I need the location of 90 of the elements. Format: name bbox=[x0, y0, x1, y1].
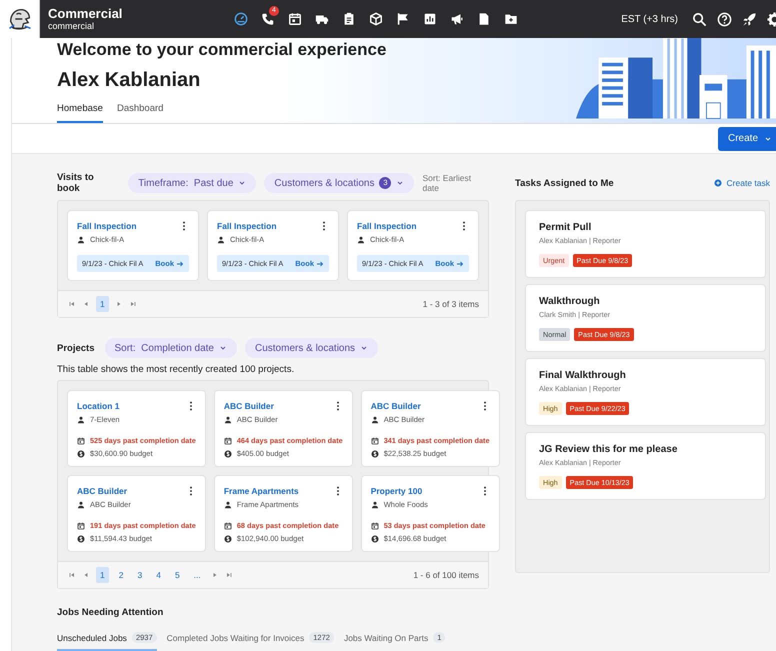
chevron-down-icon bbox=[219, 344, 227, 352]
person-icon bbox=[224, 500, 232, 508]
arrow-right-icon bbox=[176, 260, 184, 268]
card-title-link[interactable]: Fall Inspection bbox=[77, 221, 137, 231]
person-icon bbox=[357, 236, 365, 244]
card-title-link[interactable]: ABC Builder bbox=[370, 401, 421, 411]
user-name: Alex Kablanian bbox=[57, 68, 202, 94]
section-title: Tasks Assigned to Me bbox=[515, 178, 614, 188]
filter-dropdown[interactable]: Timeframe: Past due bbox=[128, 173, 256, 193]
gauge-icon[interactable] bbox=[234, 12, 248, 26]
filter-dropdown[interactable]: Customers & locations bbox=[245, 338, 378, 358]
calendar-icon bbox=[77, 436, 85, 444]
calendar-icon bbox=[370, 522, 379, 530]
person-icon bbox=[370, 500, 379, 508]
previous-page-icon[interactable] bbox=[82, 300, 90, 308]
card-title-link[interactable]: Location 1 bbox=[77, 401, 120, 411]
next-page-icon[interactable] bbox=[114, 300, 123, 308]
first-page-icon[interactable] bbox=[68, 300, 76, 308]
create-button[interactable]: Create bbox=[718, 126, 776, 151]
filter-dropdown[interactable]: Sort: Completion date bbox=[104, 338, 237, 358]
section-description: This table shows the most recently created 100 projects. bbox=[57, 364, 296, 375]
chevron-down-icon bbox=[396, 179, 404, 187]
dollar-icon bbox=[370, 534, 379, 542]
dollar-icon bbox=[77, 450, 85, 458]
phone-icon[interactable] bbox=[261, 12, 275, 26]
card-title-link[interactable]: ABC Builder bbox=[224, 401, 274, 411]
bar-chart-icon[interactable] bbox=[423, 12, 437, 26]
task-title: Permit Pull bbox=[539, 222, 592, 233]
first-page-icon[interactable] bbox=[68, 571, 76, 579]
page-number[interactable]: 5 bbox=[170, 567, 184, 583]
dollar-icon bbox=[370, 450, 379, 458]
chevron-down-icon bbox=[764, 134, 772, 143]
card-title-link[interactable]: Property 100 bbox=[370, 486, 422, 496]
page-number[interactable]: 2 bbox=[114, 567, 128, 583]
dollar-icon bbox=[224, 450, 232, 458]
section-title: Jobs Needing Attention bbox=[57, 607, 164, 618]
task-title: Final Walkthrough bbox=[539, 370, 627, 381]
card-title-link[interactable]: Frame Apartments bbox=[224, 486, 299, 496]
pagination-summary: 1 - 6 of 100 items bbox=[413, 570, 479, 580]
person-icon bbox=[370, 416, 379, 424]
clipboard-icon[interactable] bbox=[342, 12, 356, 26]
dollar-icon bbox=[224, 534, 232, 542]
person-icon bbox=[77, 416, 85, 424]
page-number[interactable]: 1 bbox=[96, 567, 109, 583]
page-number[interactable]: 1 bbox=[96, 296, 109, 312]
calendar-icon bbox=[224, 522, 232, 530]
person-icon bbox=[217, 236, 225, 244]
arrow-right-icon bbox=[316, 260, 324, 268]
search-icon[interactable] bbox=[692, 12, 707, 26]
folder-icon[interactable] bbox=[504, 12, 518, 26]
page-tab[interactable]: Dashboard bbox=[116, 101, 164, 124]
document-icon[interactable] bbox=[477, 12, 491, 26]
calendar-icon bbox=[77, 522, 85, 530]
chevron-down-icon bbox=[238, 179, 246, 187]
app-title: Commercial bbox=[48, 6, 124, 21]
rocket-icon[interactable] bbox=[742, 12, 757, 26]
card-title-link[interactable]: Fall Inspection bbox=[217, 221, 277, 231]
card-title-link[interactable]: Fall Inspection bbox=[357, 221, 417, 231]
timezone-label[interactable]: EST (+3 hrs) bbox=[621, 14, 678, 24]
person-icon bbox=[77, 500, 85, 508]
page-number[interactable]: ... bbox=[190, 567, 205, 583]
page-number[interactable]: 3 bbox=[133, 567, 146, 583]
arrow-right-icon bbox=[456, 260, 464, 268]
page-number[interactable]: 4 bbox=[152, 567, 165, 583]
last-page-icon[interactable] bbox=[128, 300, 137, 308]
previous-page-icon[interactable] bbox=[82, 571, 90, 579]
task-title: JG Review this for me please bbox=[539, 444, 678, 455]
help-icon[interactable] bbox=[717, 12, 732, 26]
pagination-summary: 1 - 3 of 3 items bbox=[422, 299, 479, 309]
cube-icon[interactable] bbox=[369, 12, 383, 26]
dollar-icon bbox=[77, 534, 85, 542]
task-title: Walkthrough bbox=[539, 296, 601, 307]
next-page-icon[interactable] bbox=[210, 571, 219, 579]
flag-icon[interactable] bbox=[396, 12, 410, 26]
sort-label[interactable]: Sort: Earliest date bbox=[422, 173, 489, 193]
app-subtitle: commercial bbox=[48, 21, 96, 32]
last-page-icon[interactable] bbox=[224, 571, 233, 579]
card-title-link[interactable]: ABC Builder bbox=[77, 486, 128, 496]
calendar-icon[interactable] bbox=[288, 12, 302, 26]
chevron-down-icon bbox=[360, 344, 368, 352]
person-icon bbox=[224, 416, 232, 424]
plus-icon bbox=[714, 179, 722, 187]
welcome-heading: Welcome to your commercial experience bbox=[57, 39, 386, 62]
section-title: Projects bbox=[57, 342, 94, 354]
calendar-icon bbox=[224, 436, 232, 444]
create-task-link[interactable]: Create task bbox=[714, 178, 770, 188]
person-icon bbox=[77, 236, 85, 244]
section-title: Visits to book bbox=[57, 172, 95, 194]
megaphone-icon[interactable] bbox=[450, 12, 464, 26]
calendar-icon bbox=[370, 436, 379, 444]
